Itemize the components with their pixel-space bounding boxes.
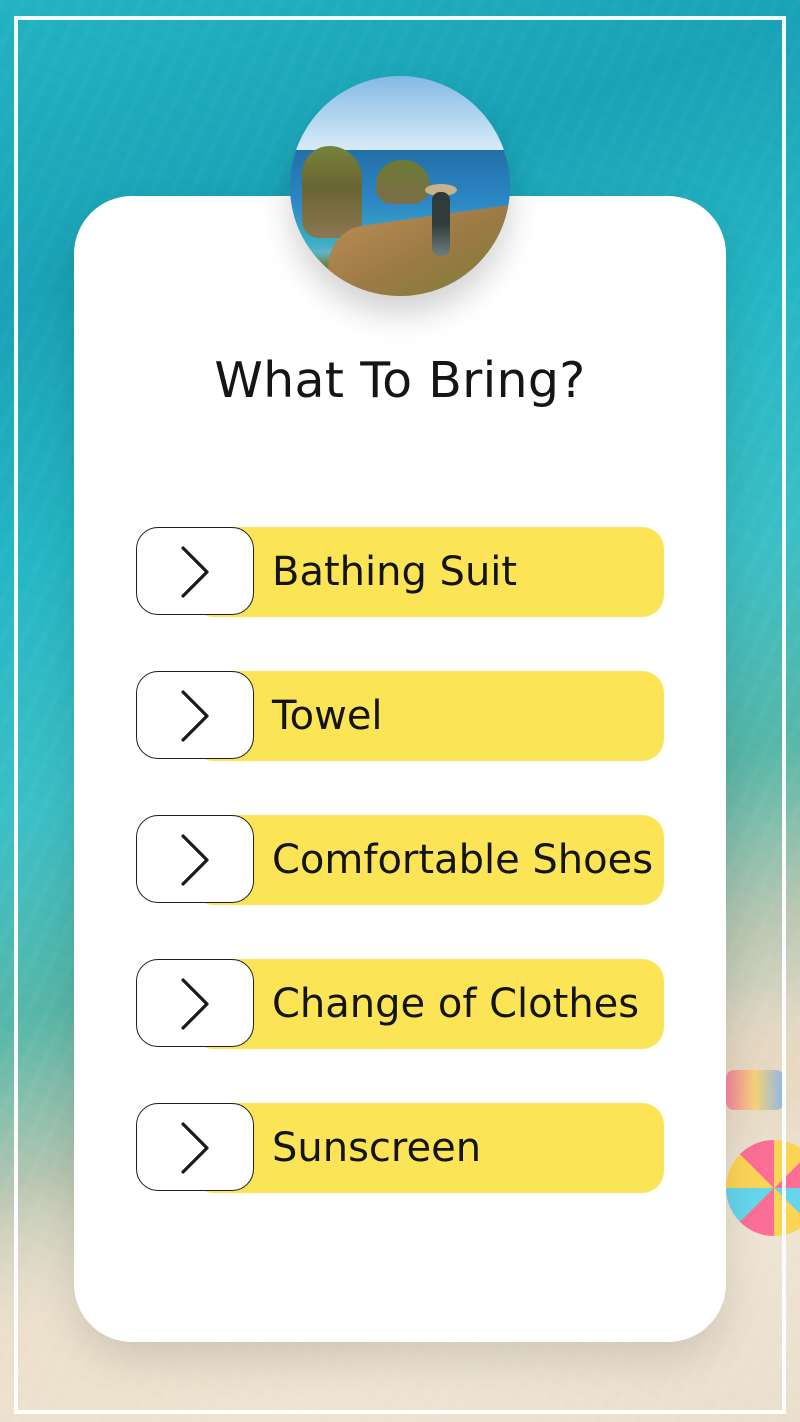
chevron-button[interactable]	[136, 815, 254, 903]
chevron-right-icon	[181, 546, 209, 598]
checklist: Bathing Suit Towel Comfortable Shoes Cha…	[136, 527, 664, 1247]
item-label: Towel	[272, 693, 383, 739]
chevron-right-icon	[181, 1122, 209, 1174]
page-title: What To Bring?	[214, 352, 586, 409]
item-label: Bathing Suit	[272, 549, 518, 595]
checklist-item-bathing-suit[interactable]: Bathing Suit	[136, 527, 664, 617]
item-label: Change of Clothes	[272, 981, 640, 1027]
item-label: Sunscreen	[272, 1125, 482, 1171]
checklist-item-towel[interactable]: Towel	[136, 671, 664, 761]
checklist-item-change-of-clothes[interactable]: Change of Clothes	[136, 959, 664, 1049]
checklist-item-sunscreen[interactable]: Sunscreen	[136, 1103, 664, 1193]
photo-rock-right	[376, 160, 430, 204]
chevron-button[interactable]	[136, 1103, 254, 1191]
photo-person	[432, 192, 450, 256]
chevron-button[interactable]	[136, 671, 254, 759]
chevron-button[interactable]	[136, 527, 254, 615]
header-photo	[290, 76, 510, 296]
item-label: Comfortable Shoes	[272, 837, 654, 883]
item-highlight	[192, 671, 664, 761]
photo-rock-left	[302, 146, 362, 238]
checklist-item-comfortable-shoes[interactable]: Comfortable Shoes	[136, 815, 664, 905]
chevron-right-icon	[181, 834, 209, 886]
chevron-button[interactable]	[136, 959, 254, 1047]
beach-towel-image	[726, 1070, 784, 1110]
chevron-right-icon	[181, 690, 209, 742]
chevron-right-icon	[181, 978, 209, 1030]
